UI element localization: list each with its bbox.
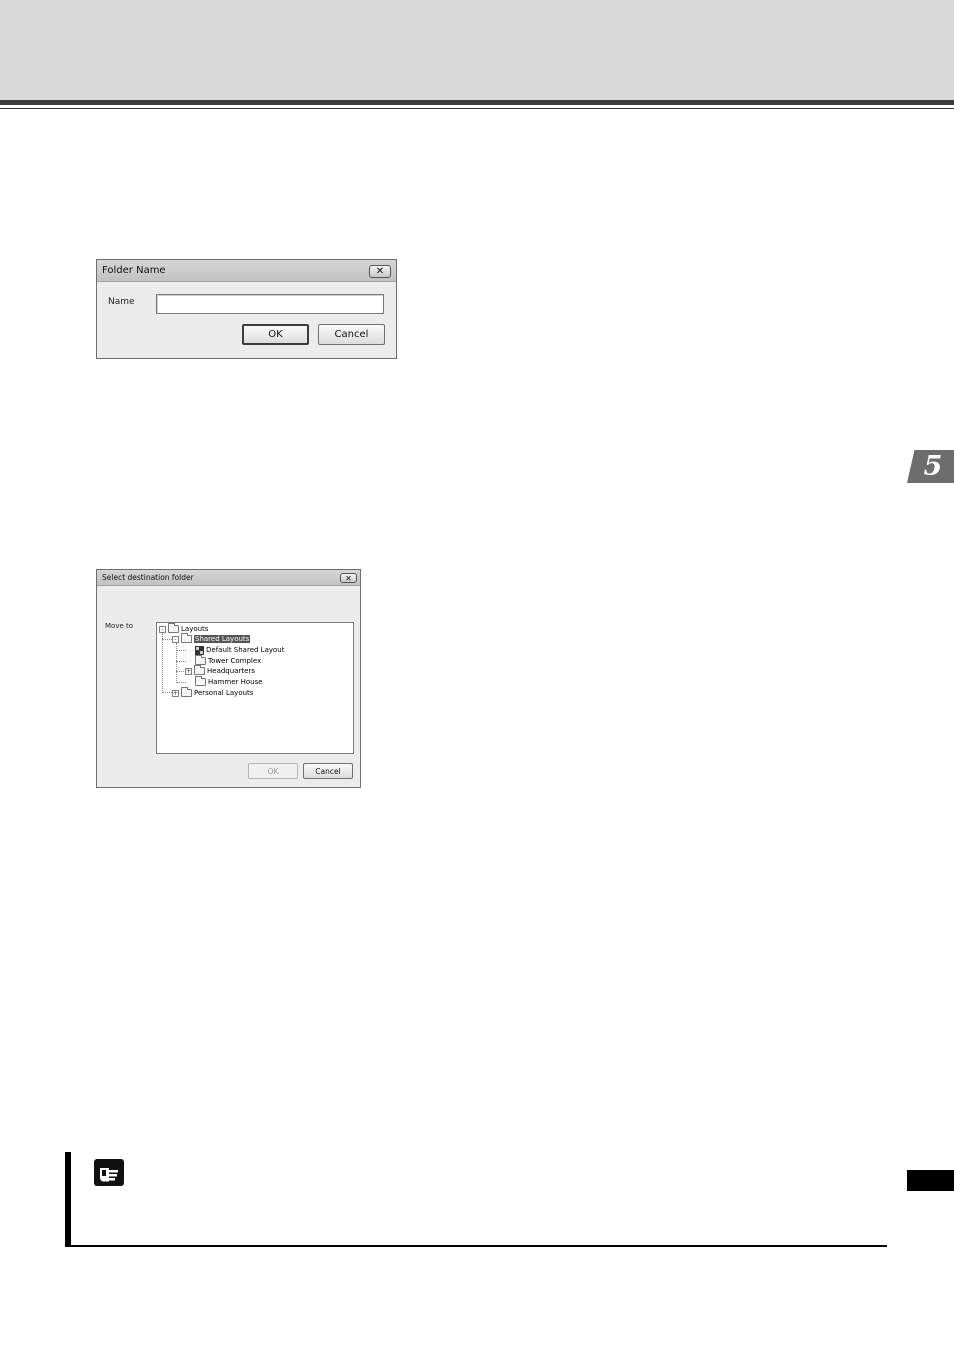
name-input[interactable] xyxy=(156,294,384,314)
name-label: Name xyxy=(108,297,135,307)
collapse-icon[interactable]: - xyxy=(172,635,179,643)
tree-item-default-shared-layout[interactable]: Default Shared Layout xyxy=(195,645,284,655)
folder-icon xyxy=(195,655,206,665)
note-bottom-rule xyxy=(65,1245,887,1247)
ok-button[interactable]: OK xyxy=(248,763,298,779)
layout-icon xyxy=(195,645,204,655)
tree-item-label: Tower Complex xyxy=(208,657,262,665)
dialog-title-bar: Folder Name xyxy=(97,260,396,282)
tree-connector xyxy=(162,633,163,693)
tree-connector xyxy=(176,661,186,662)
expand-icon[interactable]: + xyxy=(172,689,179,697)
select-destination-folder-dialog: Select destination folder ✕ Move to - La… xyxy=(96,569,361,788)
close-button[interactable]: ✕ xyxy=(369,265,391,278)
chapter-tab: 5 xyxy=(907,450,954,483)
tree-item-label: Shared Layouts xyxy=(194,635,251,643)
tree-item-label: Headquarters xyxy=(207,667,255,675)
tree-item-label: Default Shared Layout xyxy=(206,646,285,654)
expand-icon[interactable]: + xyxy=(185,667,192,675)
close-icon: ✕ xyxy=(345,573,352,583)
section-index-tab xyxy=(907,1170,954,1191)
ok-button[interactable]: OK xyxy=(242,324,309,345)
close-icon: ✕ xyxy=(375,266,385,277)
dialog-title: Select destination folder xyxy=(102,573,194,582)
chapter-number: 5 xyxy=(923,451,943,482)
tree-connector xyxy=(162,692,172,693)
tree-item-label: Layouts xyxy=(181,625,209,633)
tree-item-shared-layouts[interactable]: - Shared Layouts xyxy=(172,633,251,644)
folder-icon xyxy=(181,633,192,643)
pointing-hand-icon xyxy=(94,1159,124,1186)
folder-tree[interactable]: - Layouts - Shared Layouts Default Share… xyxy=(156,622,354,754)
close-button[interactable]: ✕ xyxy=(340,573,357,583)
folder-name-dialog: Folder Name ✕ Name OK Cancel xyxy=(96,259,397,359)
move-to-label: Move to xyxy=(105,622,134,630)
tree-connector xyxy=(176,650,186,651)
tree-item-hammer-house[interactable]: Hammer House xyxy=(195,676,263,687)
header-rule-thin xyxy=(0,108,954,109)
tree-item-label: Hammer House xyxy=(208,678,263,686)
folder-icon xyxy=(168,623,179,633)
cancel-button[interactable]: Cancel xyxy=(303,763,353,779)
collapse-icon[interactable]: - xyxy=(159,625,166,633)
tree-connector xyxy=(176,643,177,683)
dialog-title: Folder Name xyxy=(102,265,166,276)
tree-connector xyxy=(176,682,186,683)
cancel-button[interactable]: Cancel xyxy=(318,324,385,345)
folder-icon xyxy=(181,687,192,697)
tree-item-headquarters[interactable]: + Headquarters xyxy=(185,665,255,676)
tree-connector xyxy=(162,639,172,640)
folder-icon xyxy=(195,676,206,686)
page-header-band xyxy=(0,0,954,100)
folder-icon xyxy=(194,665,205,675)
note-left-bar xyxy=(65,1152,71,1247)
tree-item-personal-layouts[interactable]: + Personal Layouts xyxy=(172,687,254,698)
tree-item-tower-complex[interactable]: Tower Complex xyxy=(195,655,262,666)
header-rule-thick xyxy=(0,100,954,105)
dialog-title-bar: Select destination folder xyxy=(97,570,360,586)
tree-item-label: Personal Layouts xyxy=(194,689,254,697)
